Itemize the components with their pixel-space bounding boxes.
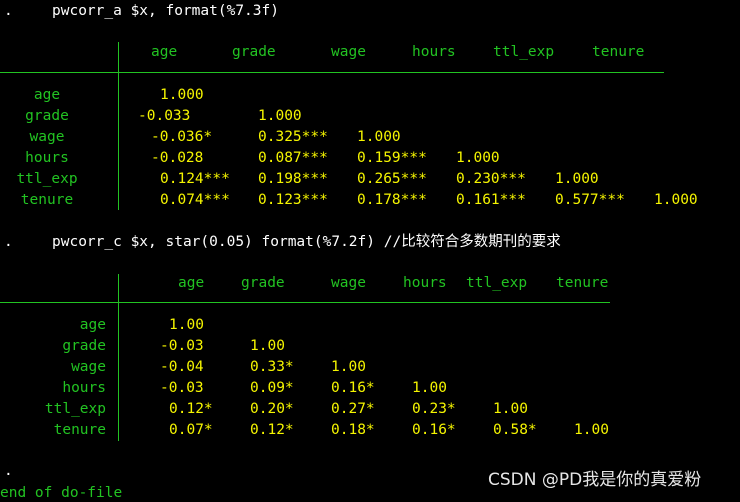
table1-cell: 0.325*** [258,129,328,145]
table2-cell: 1.00 [574,422,609,438]
table1-cell: -0.036* [151,129,213,145]
table2-cell: 1.00 [412,380,447,396]
table1-cell: 0.178*** [357,192,427,208]
table2-column-header-wage: wage [331,275,366,291]
table2-row-label-tenure: tenure [53,422,106,438]
command-prompt-2: . [4,234,13,250]
table2-cell: 0.16* [412,422,456,438]
table2-cell: 0.20* [250,401,294,417]
table2-column-header-tenure: tenure [556,275,609,291]
csdn-watermark: CSDN @PD我是你的真爱粉 [488,470,702,490]
table2-cell: -0.03 [160,380,204,396]
table1-cell: 1.000 [258,108,302,124]
table2-row-label-age: age [79,317,106,333]
table1-header-rule [0,72,664,73]
table2-cell: -0.03 [160,338,204,354]
table1-column-header-hours: hours [412,44,456,60]
command-line-1: pwcorr_a $x, format(%7.3f) [52,3,279,19]
table2-row-label-wage: wage [71,359,106,375]
table2-cell: 0.18* [331,422,375,438]
table2-column-header-hours: hours [403,275,447,291]
table2-cell: 1.00 [250,338,285,354]
table1-cell: -0.033 [138,108,191,124]
table2-row-label-hours: hours [62,380,106,396]
table1-cell: 0.123*** [258,192,328,208]
command-line-2: pwcorr_c $x, star(0.05) format(%7.2f) //… [52,234,561,250]
table1-cell: 0.159*** [357,150,427,166]
table2-row-label-ttl_exp: ttl_exp [44,401,106,417]
table1-cell: 0.230*** [456,171,526,187]
table1-row-label-age: age [33,87,61,103]
table2-cell: 0.16* [331,380,375,396]
table2-cell: 1.00 [331,359,366,375]
table1-cell: 1.000 [357,129,401,145]
table2-column-header-grade: grade [241,275,285,291]
table2-cell: 0.07* [169,422,213,438]
table1-row-label-tenure: tenure [20,192,74,208]
table2-column-header-ttl_exp: ttl_exp [466,275,528,291]
table2-column-rule [118,274,119,441]
table1-cell: 0.265*** [357,171,427,187]
table1-column-header-grade: grade [232,44,276,60]
table1-cell: 0.198*** [258,171,328,187]
table1-row-label-wage: wage [29,129,65,145]
table1-column-rule [118,42,119,210]
table2-cell: -0.04 [160,359,204,375]
table1-cell: 1.000 [555,171,599,187]
table1-row-label-hours: hours [25,150,69,166]
table2-row-label-grade: grade [62,338,106,354]
table2-cell: 0.33* [250,359,294,375]
table1-row-label-ttl_exp: ttl_exp [16,171,78,187]
command-prompt-3: . [4,463,13,479]
table2-column-header-age: age [178,275,205,291]
table2-cell: 0.58* [493,422,537,438]
table1-cell: 0.577*** [555,192,625,208]
table1-column-header-tenure: tenure [592,44,645,60]
table1-cell: 0.161*** [456,192,526,208]
table1-column-header-wage: wage [331,44,366,60]
table1-cell: -0.028 [151,150,204,166]
table1-cell: 0.074*** [160,192,230,208]
end-of-do-file: end of do-file [0,485,123,501]
command-prompt-1: . [4,3,13,19]
table1-cell: 0.087*** [258,150,328,166]
table1-cell: 1.000 [654,192,698,208]
table1-cell: 0.124*** [160,171,230,187]
table2-cell: 0.12* [169,401,213,417]
table1-cell: 1.000 [456,150,500,166]
table1-column-header-age: age [151,44,178,60]
table2-cell: 0.23* [412,401,456,417]
table2-cell: 0.27* [331,401,375,417]
table1-row-label-grade: grade [25,108,69,124]
table1-column-header-ttl_exp: ttl_exp [493,44,555,60]
table2-cell: 1.00 [493,401,528,417]
table2-cell: 1.00 [169,317,204,333]
table2-cell: 0.12* [250,422,294,438]
table1-cell: 1.000 [160,87,204,103]
table2-header-rule [0,302,610,303]
table2-cell: 0.09* [250,380,294,396]
